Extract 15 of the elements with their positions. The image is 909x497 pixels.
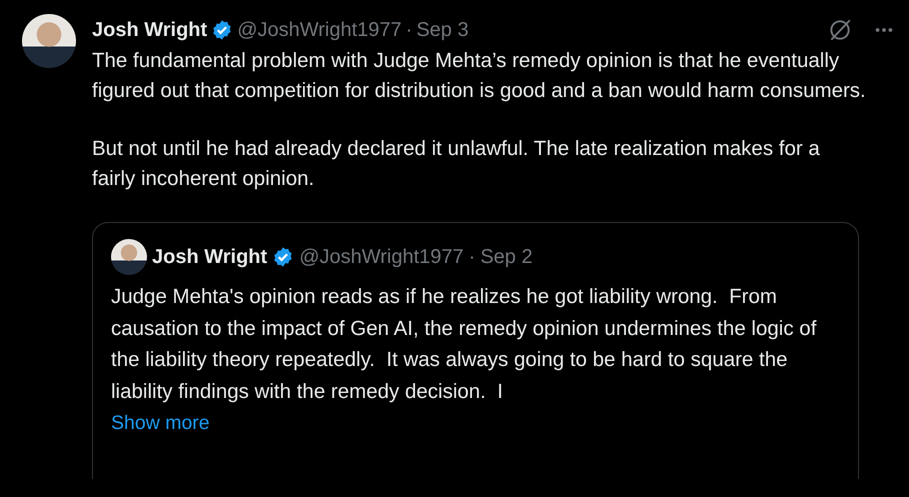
- author-name[interactable]: Josh Wright: [152, 246, 268, 268]
- quoted-post-text: Judge Mehta's opinion reads as if he realizes he got liability wrong. From causation to the impact of Gen AI, the remedy opinion undermines the logic of the liability theory repeatedly. It was always going to be hard to square the liability findings with the remedy decision. I: [111, 284, 818, 404]
- post-text: But not until he had already declared it unlawful. The late realization makes for a fairly incoherent opinion.: [92, 136, 821, 192]
- post-date[interactable]: Sep 3: [416, 18, 469, 42]
- author-name[interactable]: Josh Wright: [92, 18, 208, 42]
- post-date[interactable]: Sep 2: [480, 246, 533, 268]
- avatar[interactable]: [22, 14, 76, 68]
- quoted-post-card[interactable]: [92, 222, 859, 479]
- separator-dot: ·: [468, 246, 476, 268]
- show-more-link[interactable]: Show more: [111, 407, 210, 439]
- separator-dot: ·: [406, 18, 412, 42]
- avatar[interactable]: [111, 239, 147, 275]
- author-handle[interactable]: @JoshWright1977: [299, 246, 464, 268]
- post-text: The fundamental problem with Judge Mehta’s remedy opinion is that he eventually figured out that competition for distribution is good and a ban would harm consumers.: [92, 48, 867, 104]
- author-handle[interactable]: @JoshWright1977: [237, 18, 402, 42]
